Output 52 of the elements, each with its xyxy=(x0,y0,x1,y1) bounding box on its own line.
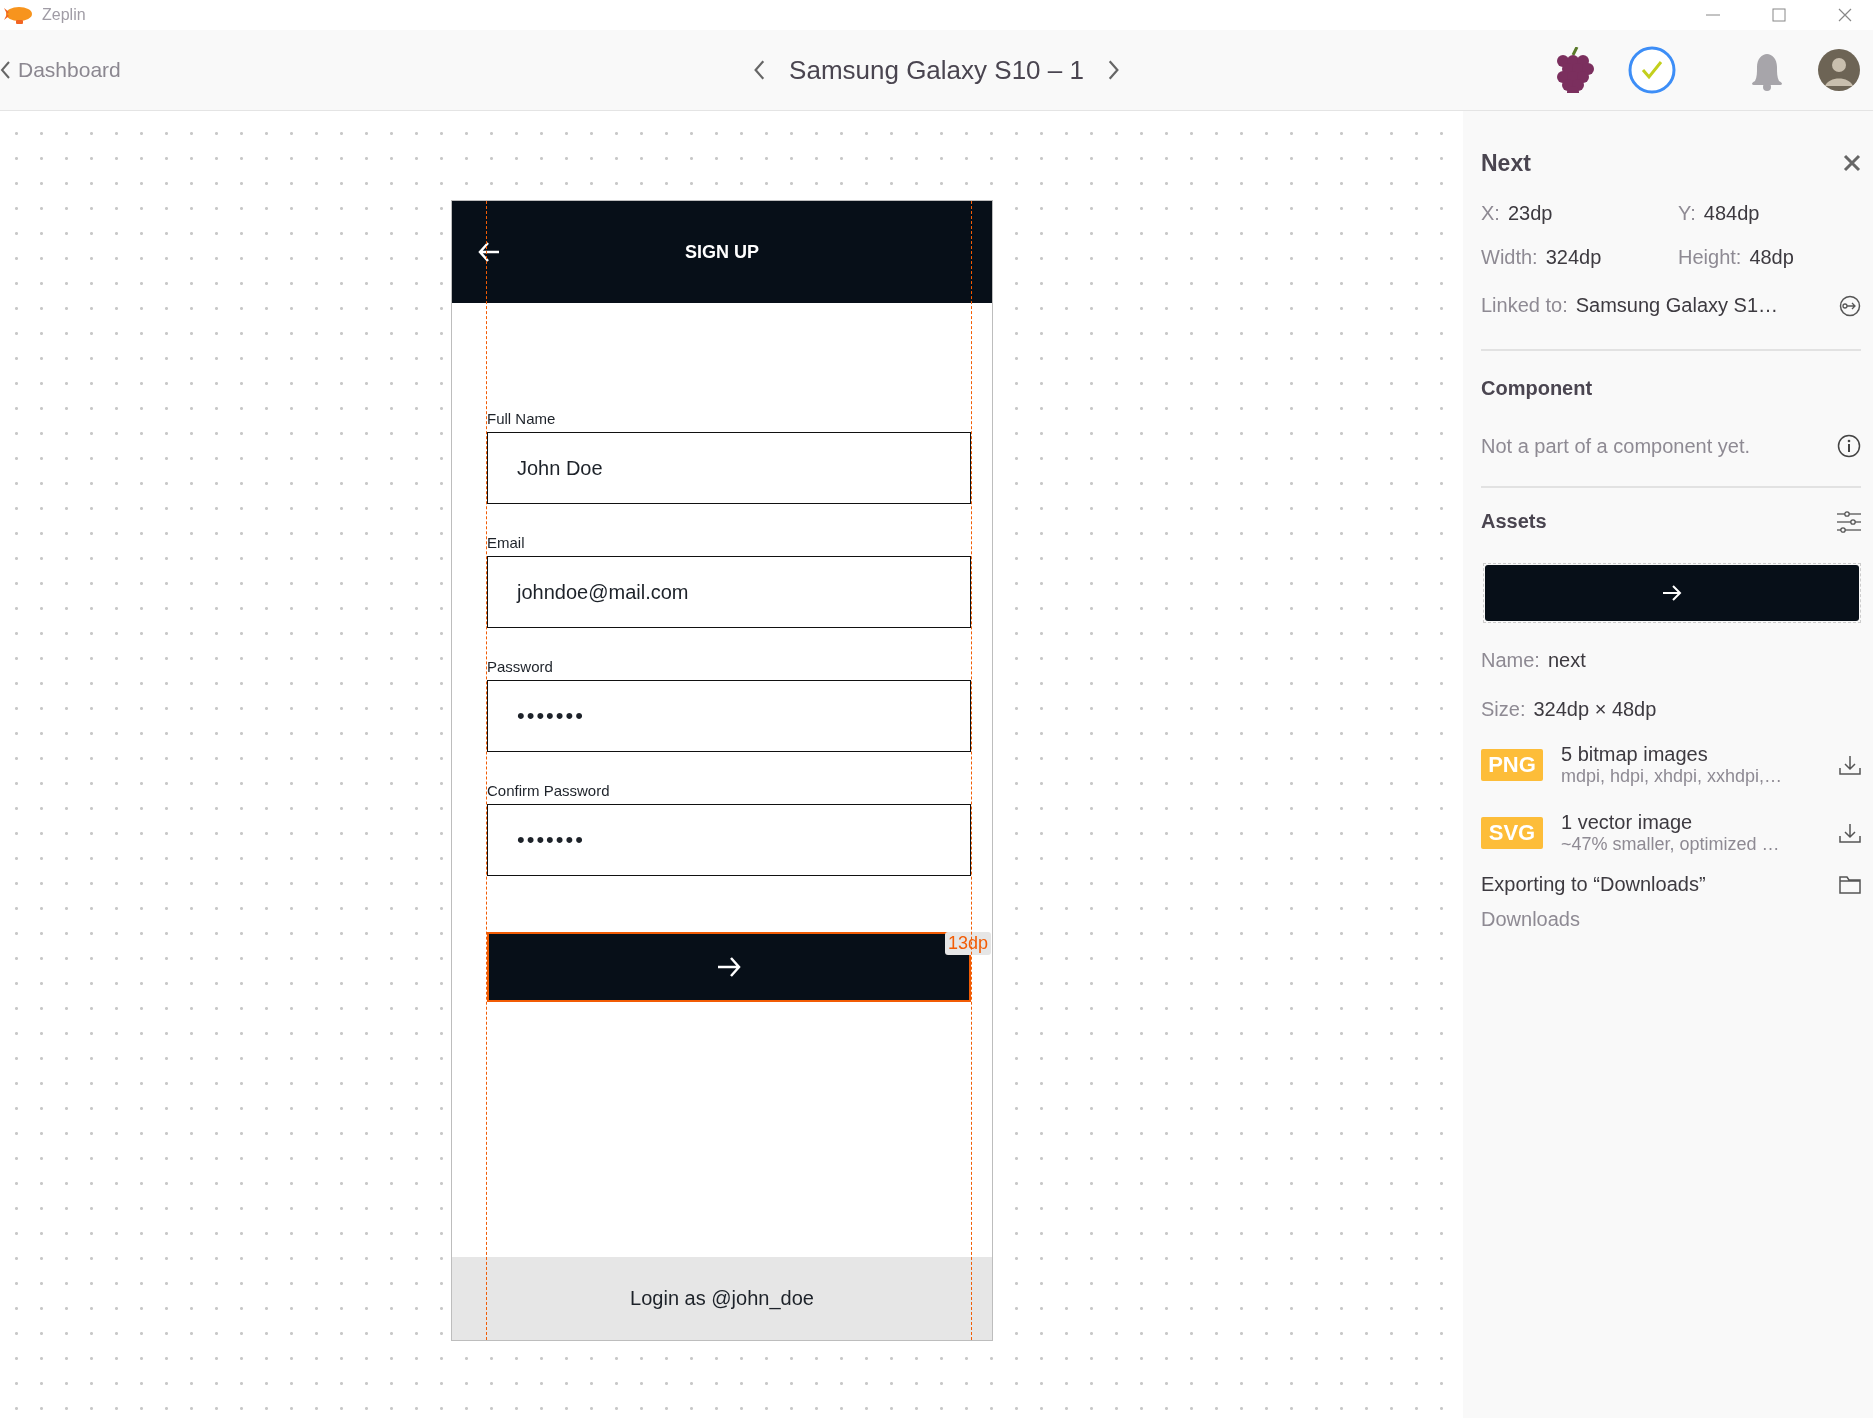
info-icon[interactable] xyxy=(1837,434,1861,458)
format-badge: SVG xyxy=(1481,817,1543,849)
arrow-right-icon xyxy=(717,956,741,978)
section-heading: Component xyxy=(1481,377,1594,400)
arrow-right-icon xyxy=(1662,584,1682,602)
zeplin-logo-icon xyxy=(4,4,34,26)
back-arrow-icon[interactable] xyxy=(478,241,500,263)
close-icon[interactable] xyxy=(1837,7,1853,23)
format-title: 1 vector image xyxy=(1561,811,1694,834)
export-destination: Exporting to “Downloads” xyxy=(1481,873,1706,896)
asset-size-value: 324dp × 48dp xyxy=(1533,698,1657,720)
text-field[interactable]: ••••••• xyxy=(487,804,971,876)
close-icon[interactable] xyxy=(1843,154,1861,172)
linked-to-value: Samsung Galaxy S1… xyxy=(1575,294,1779,316)
field-label: Email xyxy=(487,533,526,553)
property-value: 324dp xyxy=(1545,246,1602,268)
format-badge: PNG xyxy=(1481,749,1543,781)
layer-title: Next xyxy=(1481,149,1531,177)
section-heading: Assets xyxy=(1481,510,1547,533)
field-label: Confirm Password xyxy=(487,781,611,801)
property-value: 484dp xyxy=(1703,202,1760,224)
screen-heading: SIGN UP xyxy=(685,241,759,263)
property-label: Width: xyxy=(1481,246,1538,268)
linked-to-label: Linked to: xyxy=(1481,294,1568,316)
property-label: Height: xyxy=(1678,246,1742,268)
text-field[interactable]: John Doe xyxy=(487,432,971,504)
component-note: Not a part of a component yet. xyxy=(1481,434,1751,458)
download-icon[interactable] xyxy=(1839,822,1861,844)
checkmark-circle-icon[interactable] xyxy=(1627,45,1677,95)
field-label: Password xyxy=(487,657,554,677)
chevron-left-icon xyxy=(0,60,12,80)
asset-name-label: Name: xyxy=(1481,649,1540,671)
property-label: Y: xyxy=(1678,202,1696,224)
folder-icon[interactable] xyxy=(1839,874,1861,895)
format-title: 5 bitmap images xyxy=(1561,743,1709,766)
spacing-measurement: 13dp xyxy=(944,932,991,955)
text-field[interactable]: johndoe@mail.com xyxy=(487,556,971,628)
filter-sliders-icon[interactable] xyxy=(1837,510,1861,533)
login-as-link[interactable]: Login as @john_doe xyxy=(452,1257,992,1340)
field-label: Full Name xyxy=(487,409,557,429)
format-detail: mdpi, hdpi, xhdpi, xxhdpi,… xyxy=(1561,766,1784,787)
app-title: Zeplin xyxy=(42,6,86,24)
format-detail: ~47% smaller, optimized … xyxy=(1561,834,1781,855)
asset-name-value: next xyxy=(1547,649,1586,671)
asset-size-label: Size: xyxy=(1481,698,1526,720)
download-icon[interactable] xyxy=(1839,754,1861,776)
avatar-icon[interactable] xyxy=(1817,48,1861,92)
text-field[interactable]: ••••••• xyxy=(487,680,971,752)
property-label: X: xyxy=(1481,202,1500,224)
property-value: 48dp xyxy=(1749,246,1794,268)
screen-title: Samsung Galaxy S10 – 1 xyxy=(789,54,1084,86)
property-value: 23dp xyxy=(1507,202,1553,224)
